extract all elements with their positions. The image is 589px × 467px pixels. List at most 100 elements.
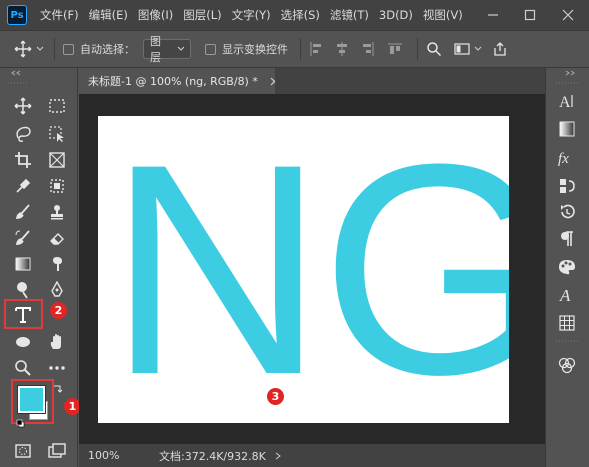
dodge-tool[interactable]	[11, 279, 35, 301]
svg-text:fx: fx	[558, 151, 569, 167]
channels-icon	[558, 357, 576, 374]
auto-select-value: 图层	[150, 35, 161, 64]
swatches-panel-button[interactable]	[556, 257, 578, 277]
tools-panel: 2 1	[0, 68, 81, 467]
chevron-down-icon	[36, 46, 44, 51]
gradient-icon	[15, 257, 31, 271]
smudge-icon	[53, 257, 62, 271]
pen-tool[interactable]	[45, 279, 69, 301]
palette-icon	[559, 260, 575, 275]
screen-mode-button[interactable]	[45, 440, 69, 462]
zoom-level[interactable]: 100%	[88, 449, 133, 462]
eyedropper-tool[interactable]	[11, 175, 35, 197]
document-size[interactable]: 文档:372.4K/932.8K	[159, 448, 266, 464]
history-panel-button[interactable]	[556, 202, 578, 222]
paragraph-icon	[561, 231, 573, 246]
menu-edit[interactable]: 编辑(E)	[84, 7, 133, 23]
document-canvas[interactable]: NG	[98, 116, 509, 423]
swap-colors-icon[interactable]	[53, 384, 63, 394]
more-tools[interactable]	[45, 357, 69, 379]
default-colors-icon[interactable]	[16, 419, 26, 429]
paragraph-panel-button[interactable]	[556, 229, 578, 249]
ellipse-tool[interactable]	[11, 331, 35, 353]
align-right-icon[interactable]	[361, 41, 375, 57]
menu-image[interactable]: 图像(I)	[133, 7, 178, 23]
menu-layer[interactable]: 图层(L)	[178, 7, 226, 23]
align-left-icon[interactable]	[309, 41, 323, 57]
move-tool-preset-icon[interactable]	[14, 40, 44, 58]
collapse-icon[interactable]	[10, 70, 22, 76]
zoom-tool[interactable]	[11, 357, 35, 379]
show-transform-checkbox[interactable]	[205, 43, 216, 55]
clone-source-panel-button[interactable]	[556, 176, 578, 196]
text-layer[interactable]: NG	[108, 116, 509, 423]
auto-select-checkbox[interactable]	[63, 43, 74, 55]
clone-stamp-tool[interactable]	[45, 201, 69, 223]
expand-panels-icon[interactable]	[564, 70, 576, 76]
table-panel-button[interactable]	[556, 313, 578, 333]
canvas-workspace[interactable]: NG 3	[79, 94, 545, 444]
share-icon[interactable]	[492, 41, 508, 57]
gradients-panel-button[interactable]	[556, 119, 578, 139]
smudge-tool[interactable]	[45, 253, 69, 275]
dodge-icon	[17, 282, 28, 299]
glyphs-panel-button[interactable]: A	[556, 285, 578, 305]
brush-icon	[15, 204, 30, 219]
history-icon	[561, 204, 575, 219]
more-icon	[49, 366, 65, 370]
move-icon	[14, 97, 32, 115]
auto-select-dropdown[interactable]: 图层	[143, 35, 191, 64]
move-tool[interactable]	[11, 95, 35, 117]
menu-select[interactable]: 选择(S)	[276, 7, 325, 23]
hand-tool[interactable]	[45, 331, 69, 353]
close-tab-icon[interactable]	[270, 77, 275, 86]
history-brush-icon	[15, 230, 30, 245]
status-bar: 100% 文档:372.4K/932.8K	[79, 444, 545, 467]
frame-tool[interactable]	[45, 149, 69, 171]
eraser-icon	[50, 233, 64, 245]
close-icon	[562, 9, 574, 21]
type-tool[interactable]	[11, 304, 35, 326]
panel-grip-icon[interactable]	[8, 82, 28, 86]
gradient-tool[interactable]	[11, 253, 35, 275]
lasso-tool[interactable]	[11, 123, 35, 145]
menu-filter[interactable]: 滤镜(T)	[325, 7, 374, 23]
step-marker-2: 2	[50, 302, 67, 319]
align-center-icon[interactable]	[335, 41, 349, 57]
menu-3d[interactable]: 3D(D)	[374, 8, 418, 22]
grid-icon	[559, 315, 575, 331]
photoshop-logo: Ps	[7, 5, 27, 25]
panel-grip-icon[interactable]	[556, 340, 578, 344]
eraser-tool[interactable]	[45, 227, 69, 249]
object-select-icon	[49, 126, 64, 142]
character-panel-button[interactable]: A	[556, 91, 578, 111]
styles-panel-button[interactable]: fx	[556, 148, 578, 168]
menu-view[interactable]: 视图(V)	[418, 7, 468, 23]
brush-tool[interactable]	[11, 201, 35, 223]
chevron-right-icon[interactable]	[274, 452, 282, 460]
close-button[interactable]	[551, 0, 585, 30]
document-tab-bar: 未标题-1 @ 100% (ng, RGB/8) *	[79, 68, 545, 94]
menu-file[interactable]: 文件(F)	[35, 7, 84, 23]
search-icon[interactable]	[426, 41, 442, 57]
document-tab-title: 未标题-1 @ 100% (ng, RGB/8) *	[88, 75, 258, 88]
minimize-button[interactable]	[476, 0, 510, 30]
crop-tool[interactable]	[11, 149, 35, 171]
object-select-tool[interactable]	[45, 123, 69, 145]
foreground-color-swatch[interactable]	[17, 385, 46, 414]
menu-type[interactable]: 文字(Y)	[227, 7, 276, 23]
gradient-swatch-icon	[559, 121, 575, 137]
workspace-icon[interactable]	[454, 42, 470, 56]
healing-brush-tool[interactable]	[45, 175, 69, 197]
marquee-tool[interactable]	[45, 95, 69, 117]
quick-mask-button[interactable]	[11, 440, 35, 462]
history-brush-tool[interactable]	[11, 227, 35, 249]
adjustments-panel-button[interactable]	[556, 355, 578, 375]
patch-icon	[50, 179, 64, 193]
align-top-icon[interactable]	[387, 41, 403, 57]
document-tab[interactable]: 未标题-1 @ 100% (ng, RGB/8) *	[79, 68, 275, 94]
panel-grip-icon[interactable]	[556, 82, 578, 86]
maximize-button[interactable]	[513, 0, 547, 30]
clone-source-icon	[560, 179, 575, 193]
panel-dock: A fx A	[545, 68, 589, 467]
